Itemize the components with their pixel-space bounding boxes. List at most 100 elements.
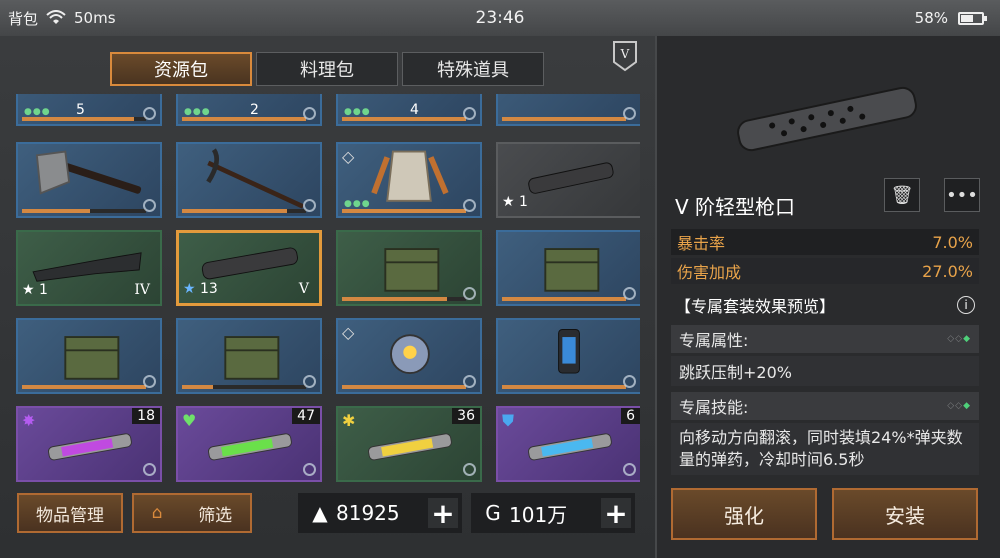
recycle-icon [463, 463, 476, 476]
carrier-label: 背包 [8, 9, 39, 28]
clock: 23:46 [475, 8, 525, 28]
recycle-icon [463, 287, 476, 300]
item-slot-vest[interactable]: ◇ ●●● [336, 142, 482, 218]
item-slot-chest[interactable] [496, 230, 640, 306]
item-grid: ●●● 5 ●●● 2 ●●● 4 ◇ ●●● ★ 1 ★ 1 IV ★ 13 … [16, 94, 640, 508]
inventory-tabs: 资源包 料理包 特殊道具 [110, 52, 544, 86]
quality-dots: ●●● [344, 107, 371, 117]
tab-food-pack[interactable]: 料理包 [256, 52, 398, 86]
quality-dots: ●●● [184, 107, 211, 117]
axe-icon [35, 150, 142, 195]
install-button[interactable]: 安装 [832, 488, 978, 540]
chest-icon [384, 248, 440, 292]
pickaxe-small-icon [623, 375, 636, 388]
item-count: ★ 13 [183, 281, 218, 297]
item-slot-chest[interactable] [336, 230, 482, 306]
item-count: ★ 1 [22, 282, 48, 298]
recycle-icon [623, 107, 636, 120]
recycle-icon [623, 463, 636, 476]
gold-coin-icon: G [485, 501, 501, 525]
wifi-icon [46, 10, 66, 24]
enhance-button[interactable]: 强化 [671, 488, 817, 540]
pickaxe-small-icon [623, 287, 636, 300]
item-slot[interactable] [496, 94, 640, 126]
item-tier: IV [134, 282, 150, 298]
syringe-icon [48, 433, 132, 461]
item-slot-syringe-green[interactable]: ♥ 47 [176, 406, 322, 482]
item-slot-chest[interactable] [16, 318, 162, 394]
filter-button[interactable]: ⌂ 筛选 [132, 493, 252, 533]
pickaxe-icon [206, 148, 304, 209]
exclusive-skill-desc: 向移动方向翻滚，同时装填24%*弹夹数量的弹药，冷却时间6.5秒 [671, 423, 979, 475]
rarity-diamonds-icon: ◇◇◆ [947, 401, 971, 411]
syringe-icon [368, 433, 452, 461]
item-count: 4 [410, 102, 419, 118]
quality-dots: ●●● [344, 199, 371, 209]
currency-gold-amount: 101万 [509, 502, 568, 527]
status-bar: 背包 50ms 23:46 58% [0, 0, 1000, 36]
item-slot-muzzle[interactable]: ★ 1 [496, 142, 640, 218]
ore-icon: ▲ [312, 501, 328, 525]
currency-gold: G 101万 + [471, 493, 635, 533]
chest-icon [64, 336, 120, 380]
filter-icon: ⌂ [151, 503, 163, 523]
trash-icon[interactable]: 🗑 [884, 178, 920, 212]
battery-percent: 58% [914, 9, 948, 27]
item-slot[interactable]: ●●● 5 [16, 94, 162, 126]
quality-dots: ●●● [24, 107, 51, 117]
item-slot-stock[interactable]: ★ 1 IV [16, 230, 162, 306]
recycle-icon [303, 199, 316, 212]
item-name: V 阶轻型枪口 [675, 195, 796, 219]
item-count: ★ 1 [502, 194, 528, 210]
muzzle-image [737, 86, 917, 152]
recycle-icon [463, 375, 476, 388]
item-slot[interactable]: ●●● 4 [336, 94, 482, 126]
item-slot-syringe-blue[interactable]: ⛊ 6 [496, 406, 640, 482]
currency-ore: ▲ 81925 + [298, 493, 462, 533]
recycle-icon [143, 463, 156, 476]
recycle-icon [303, 463, 316, 476]
rarity-diamonds-icon: ◇◇◆ [947, 334, 971, 344]
item-slot-pickaxe[interactable] [176, 142, 322, 218]
chest-icon [544, 248, 600, 292]
item-slot-drone[interactable]: ◇ [336, 318, 482, 394]
recycle-icon [143, 107, 156, 120]
item-slot-muzzle-selected[interactable]: ★ 13 V [176, 230, 322, 306]
chest-icon [224, 336, 280, 380]
item-count: 5 [76, 102, 85, 118]
drone-core-icon [390, 334, 430, 374]
set-effect-title: 【专属套装效果预览】 i [671, 291, 979, 319]
item-slot[interactable]: ●●● 2 [176, 94, 322, 126]
info-icon[interactable]: i [957, 296, 975, 314]
filter-label: 筛选 [198, 505, 233, 526]
item-tier: V [298, 281, 309, 297]
recycle-icon [463, 107, 476, 120]
exclusive-attr-value: 跳跃压制+20% [671, 356, 979, 386]
item-management-button[interactable]: 物品管理 [17, 493, 123, 533]
tier-badge-icon[interactable]: V [612, 40, 638, 72]
item-count: 2 [250, 102, 259, 118]
tab-special-items[interactable]: 特殊道具 [402, 52, 544, 86]
add-gold-button[interactable]: + [601, 497, 631, 530]
stat-crit-rate: 暴击率 7.0% [671, 229, 979, 255]
more-options-icon[interactable]: ••• [944, 178, 980, 212]
recycle-icon [143, 199, 156, 212]
item-slot-chest[interactable] [176, 318, 322, 394]
battery-icon [958, 11, 987, 25]
recycle-icon [303, 107, 316, 120]
stat-damage-bonus: 伤害加成 27.0% [671, 258, 979, 284]
tab-resource-pack[interactable]: 资源包 [110, 52, 252, 86]
canister-icon [558, 329, 580, 374]
syringe-icon [208, 433, 292, 461]
item-slot-canister[interactable] [496, 318, 640, 394]
pickaxe-small-icon [303, 375, 316, 388]
exclusive-attr-label: 专属属性: ◇◇◆ [671, 325, 979, 353]
exclusive-skill-label: 专属技能: ◇◇◆ [671, 392, 979, 420]
item-slot-syringe-purple[interactable]: ✸ 18 [16, 406, 162, 482]
item-slot-syringe-yellow[interactable]: ✱ 36 [336, 406, 482, 482]
item-slot-axe[interactable] [16, 142, 162, 218]
currency-ore-amount: 81925 [336, 501, 400, 525]
add-ore-button[interactable]: + [428, 497, 458, 530]
recycle-icon [463, 199, 476, 212]
ping-label: 50ms [74, 9, 116, 27]
